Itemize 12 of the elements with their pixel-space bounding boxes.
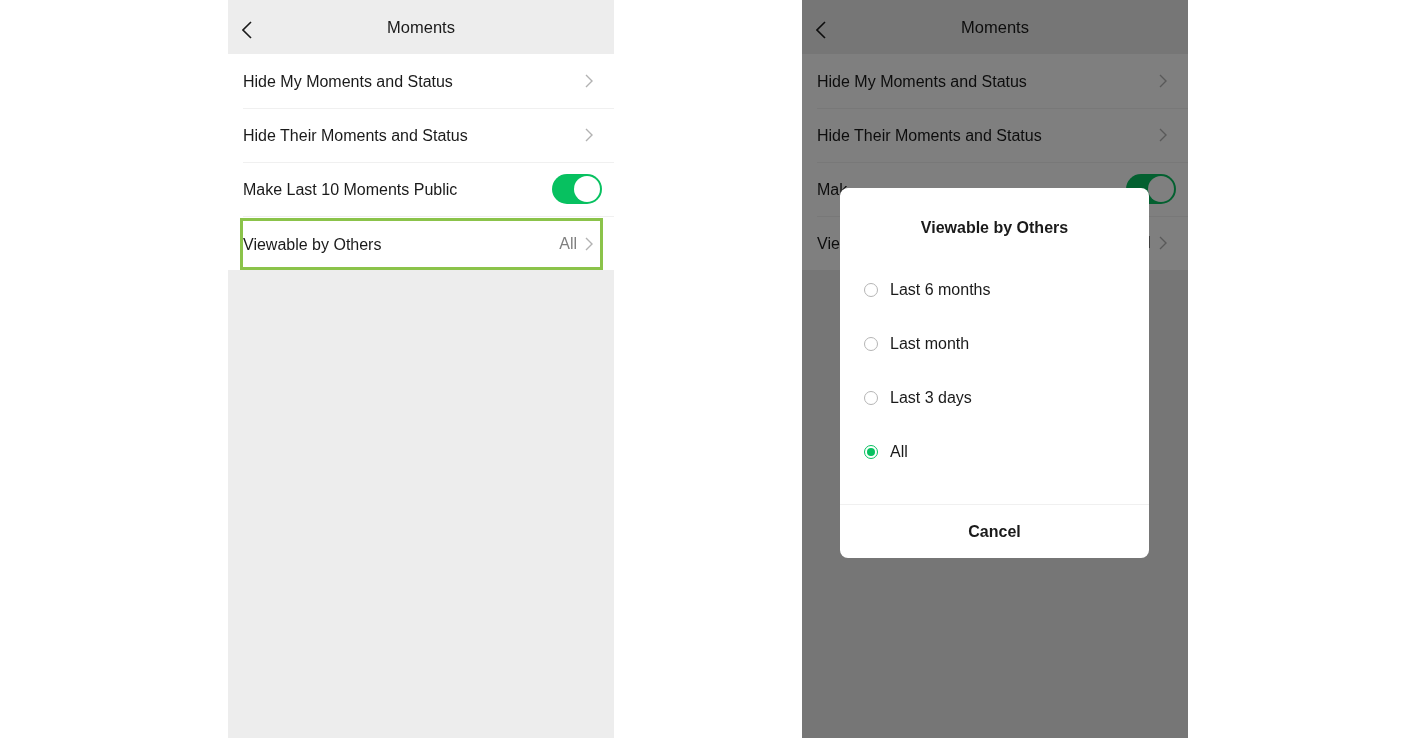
setting-label: Vie (817, 233, 841, 253)
setting-label: Hide Their Moments and Status (817, 125, 1043, 145)
dialog-title: Viewable by Others (919, 218, 1070, 238)
screen-title: Moments (387, 17, 455, 37)
screen-title: Moments (961, 17, 1029, 37)
setting-label: Hide My Moments and Status (817, 71, 1028, 91)
setting-label: Hide Their Moments and Status (243, 125, 469, 145)
setting-value: All (559, 235, 577, 253)
setting-label: Hide My Moments and Status (243, 71, 454, 91)
setting-value: l (1147, 234, 1151, 252)
setting-label: Viewable by Others (243, 234, 383, 254)
setting-label: Make Last 10 Moments Public (243, 179, 459, 199)
